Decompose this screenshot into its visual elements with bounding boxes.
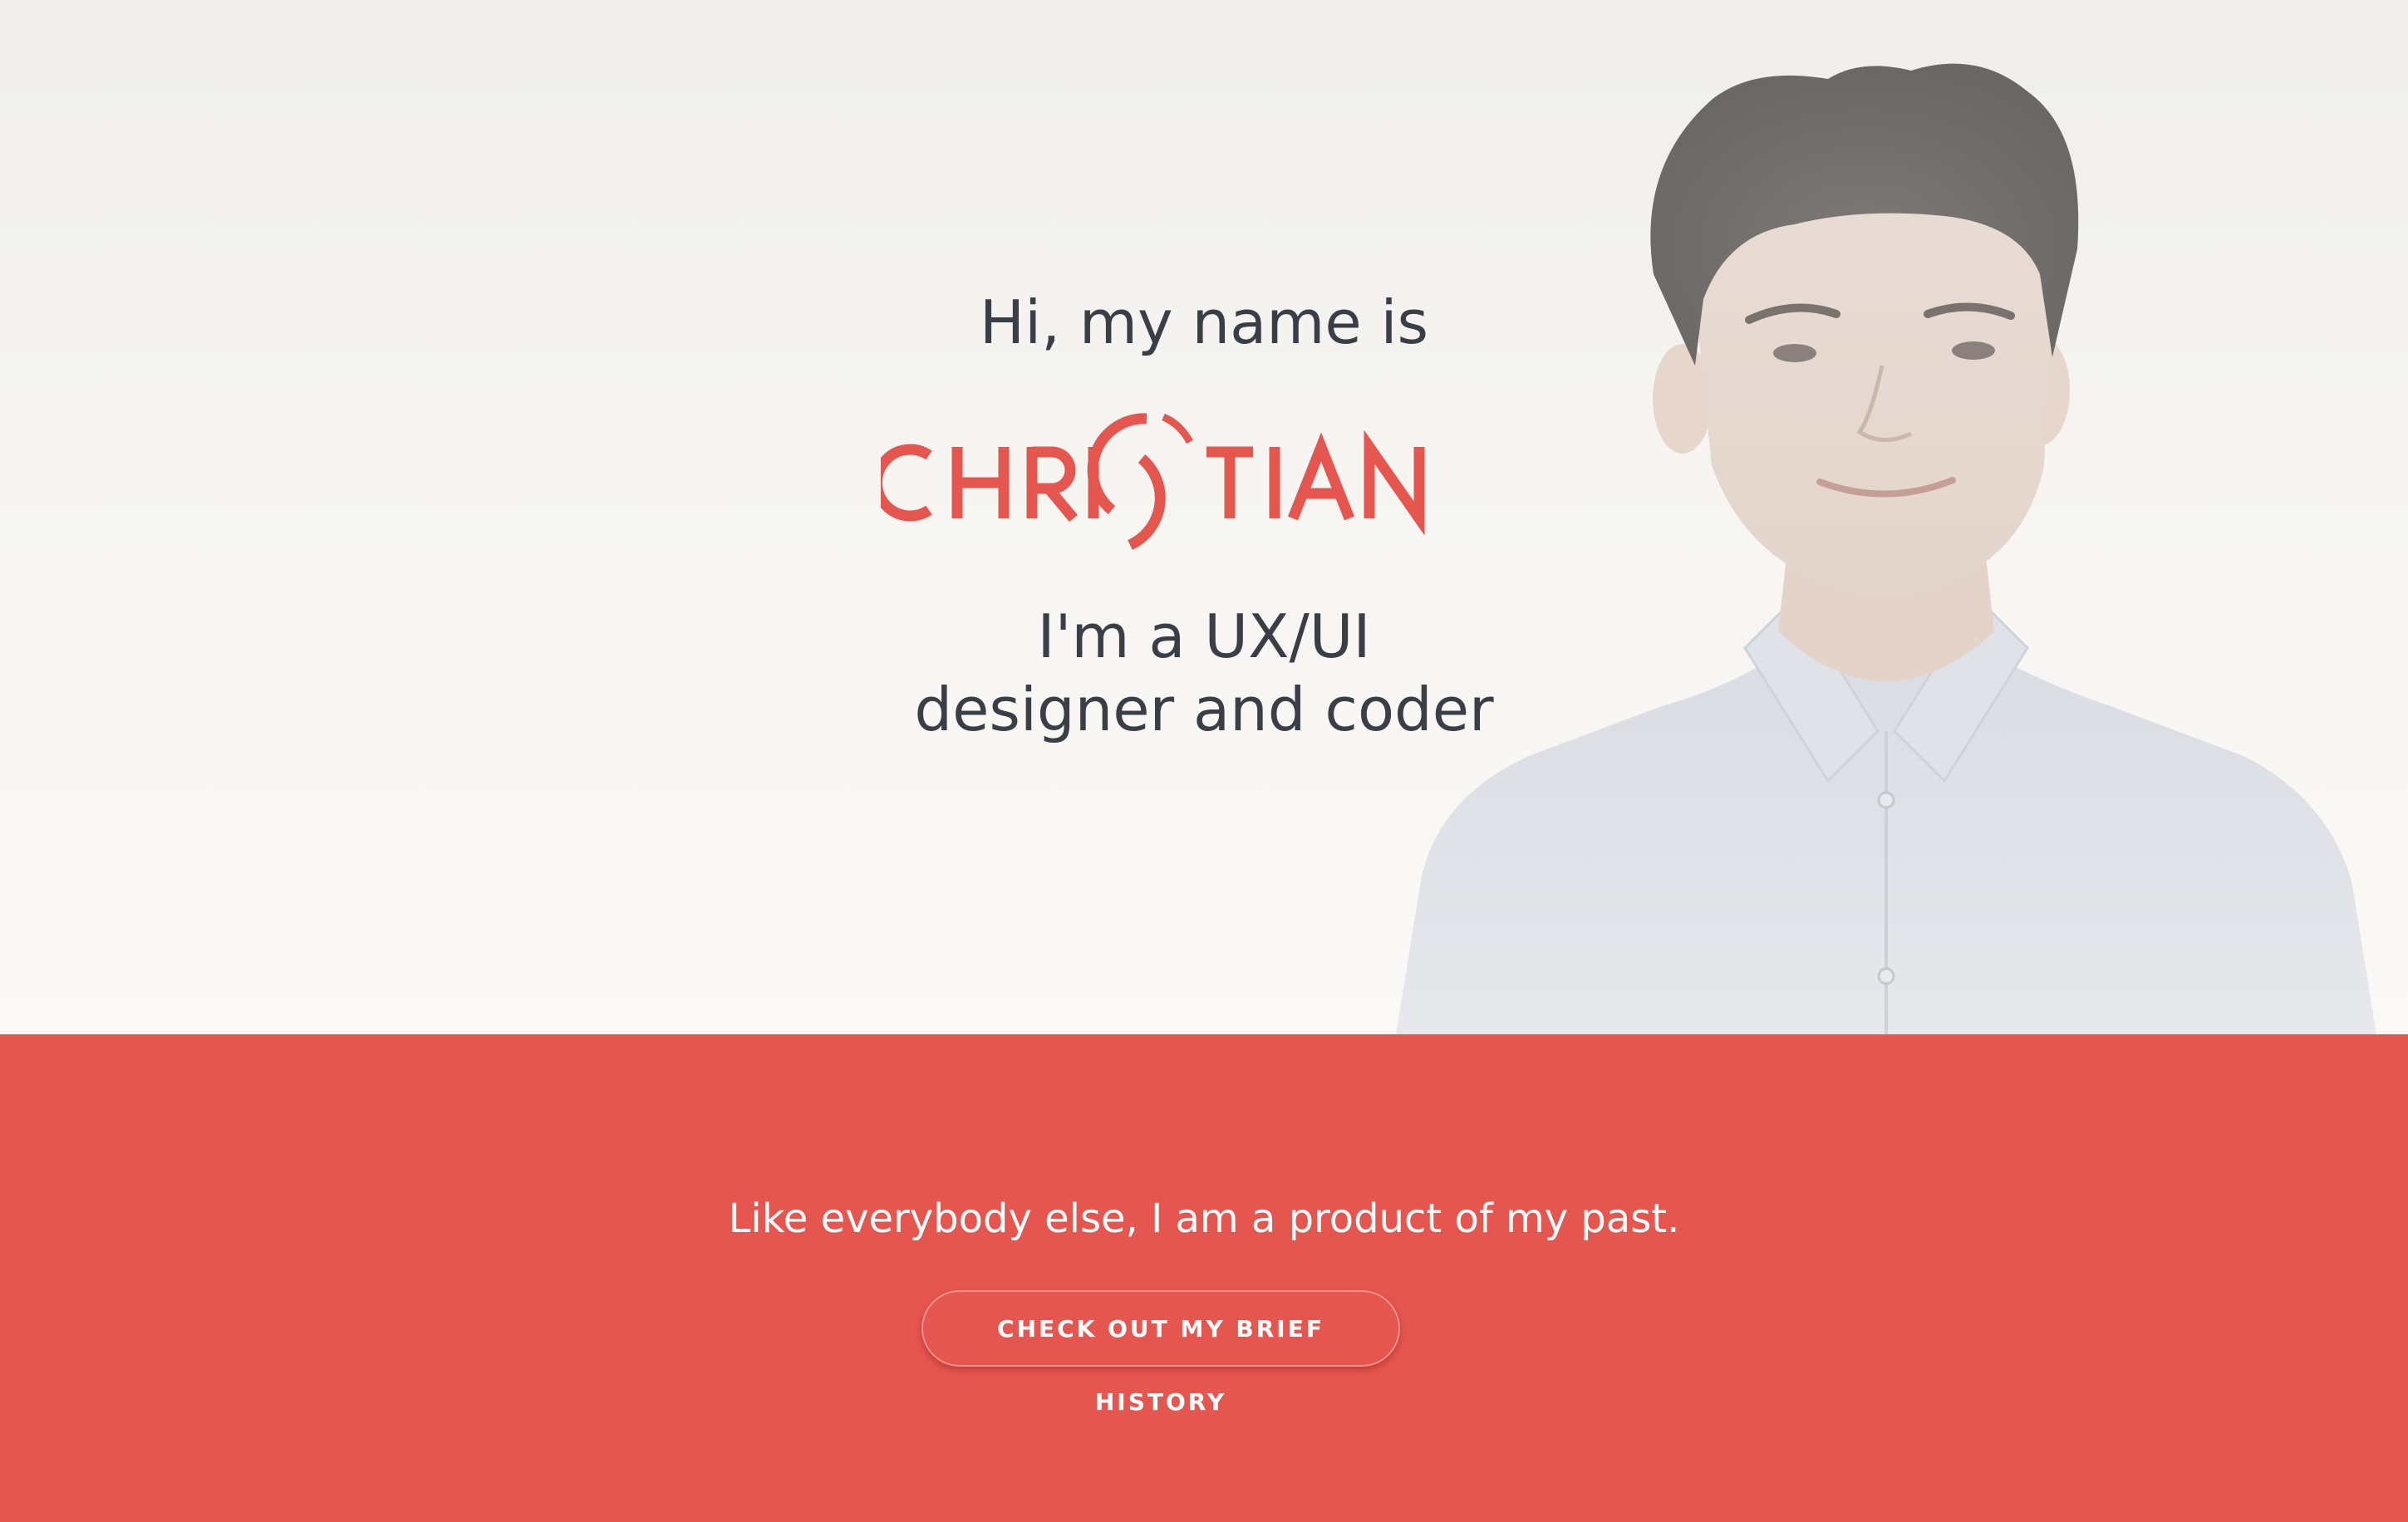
past-quote: Like everybody else, I am a product of m…	[728, 1196, 1680, 1242]
history-banner	[0, 1034, 2408, 1522]
tagline-line-1: I'm a UX/UI	[1037, 601, 1371, 671]
page: Hi, my name is I'm a UX/UI designer and …	[0, 0, 2408, 1522]
brief-history-button[interactable]: CHECK OUT MY BRIEF HISTORY	[921, 1290, 1400, 1416]
hero-section: Hi, my name is I'm a UX/UI designer and …	[0, 0, 2408, 1034]
tagline-line-2: designer and coder	[914, 675, 1494, 744]
portrait-photo	[1396, 63, 2376, 1034]
greeting-text: Hi, my name is	[979, 287, 1429, 357]
tagline: I'm a UX/UI designer and coder	[0, 600, 2408, 746]
name-logo	[881, 413, 1425, 550]
